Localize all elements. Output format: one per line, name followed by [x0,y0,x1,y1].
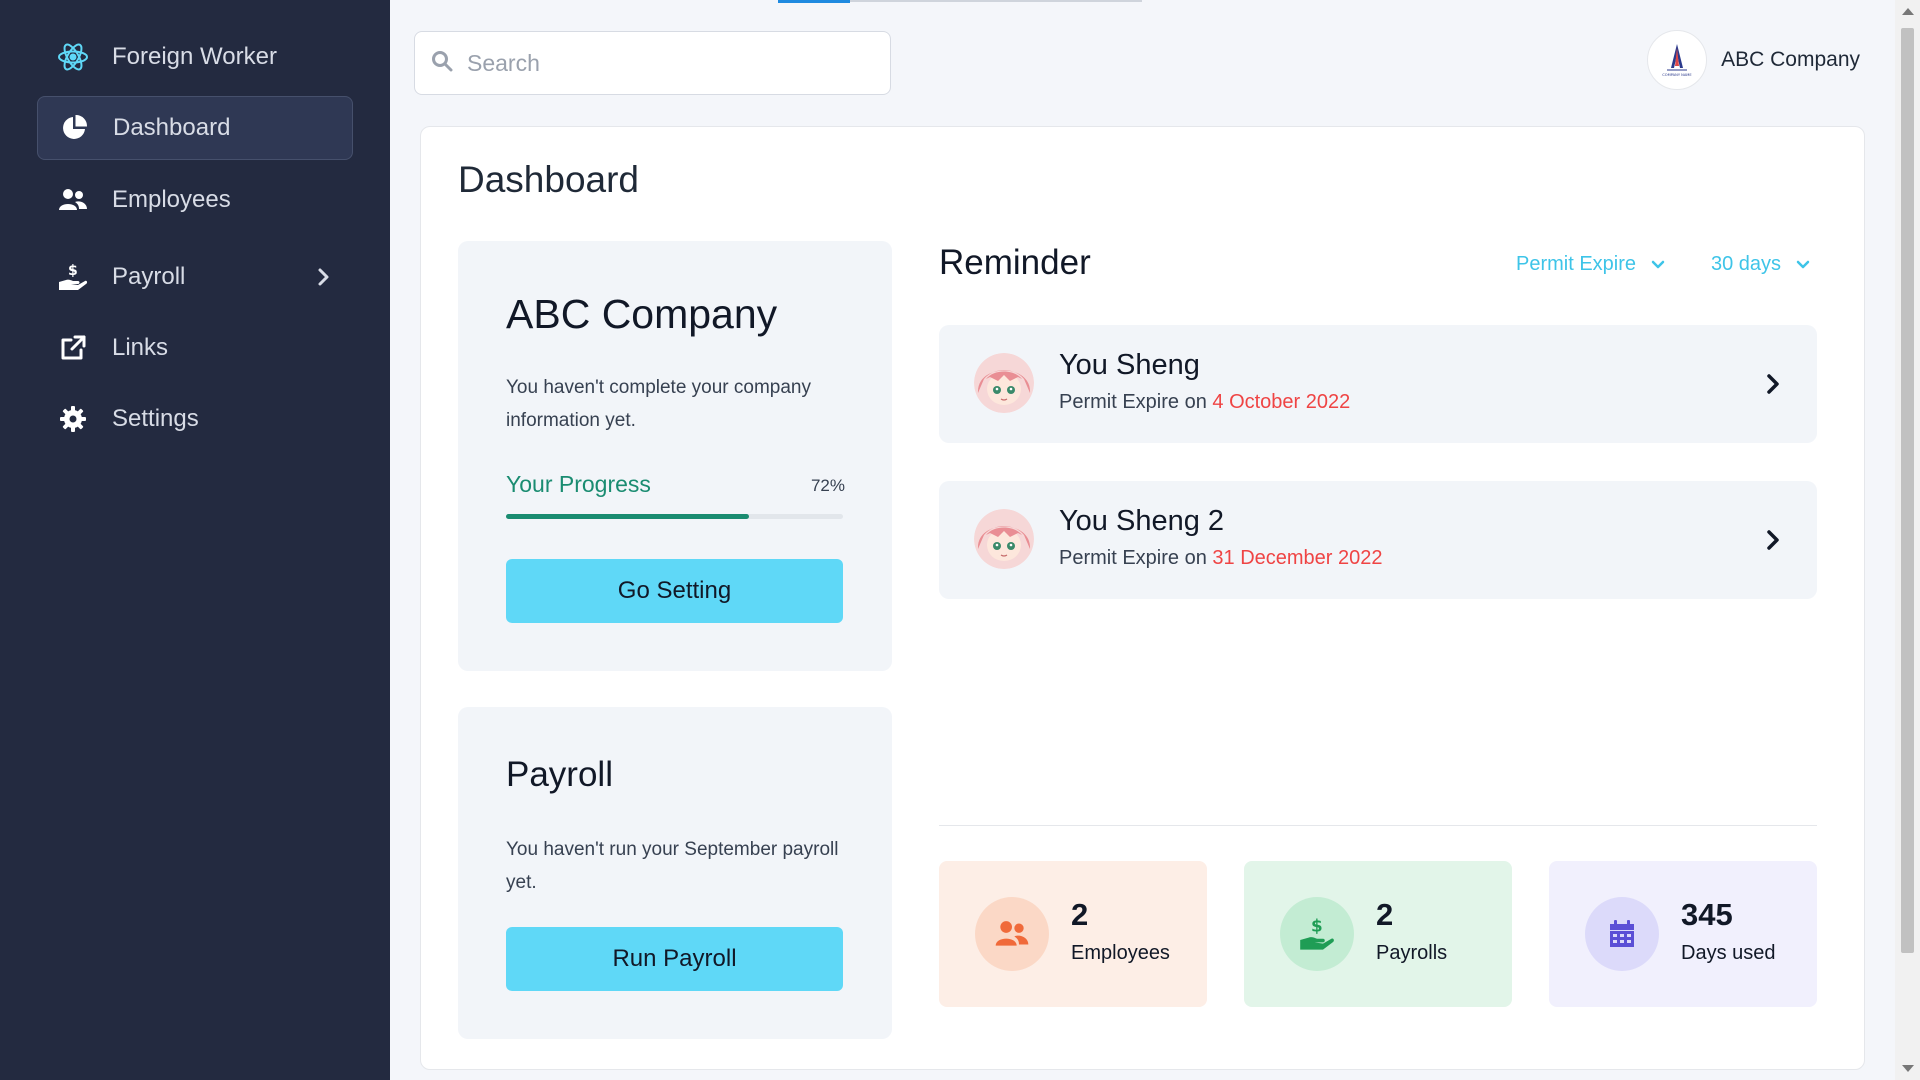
company-panel-message: You haven't complete your company inform… [506,377,812,431]
svg-text:$: $ [1311,916,1323,936]
dashboard-card: Dashboard ABC Company You haven't comple… [420,126,1865,1070]
reminder-date: 31 December 2022 [1212,547,1383,569]
hand-dollar-icon: $ [57,261,89,293]
sidebar-item-label: Payroll [112,263,186,290]
avatar [974,353,1034,413]
scrollbar-thumb[interactable] [1901,28,1914,953]
svg-text:$: $ [68,263,78,279]
sidebar-item-label: Links [112,334,169,361]
avatar [974,509,1034,569]
chevron-right-icon [1761,369,1785,399]
progress-bar [506,514,843,519]
stat-employees: 2 Employees [939,861,1207,1007]
sidebar-item-settings[interactable]: Settings [37,387,353,451]
sidebar-item-label: Settings [112,405,199,432]
reminder-prefix: Permit Expire on [1059,391,1213,413]
chevron-down-icon [1796,260,1810,268]
page-title: Dashboard [458,159,640,200]
chevron-right-icon [311,265,335,289]
sidebar-item-employees[interactable]: Employees [37,168,353,232]
company-switcher[interactable]: COMPANY NAME ABC Company [1647,30,1860,90]
tab-indicator [778,0,1142,3]
sidebar: Foreign Worker Dashboard Employees $ Pay… [0,0,390,1080]
reminder-date: 4 October 2022 [1212,391,1351,413]
payroll-panel-title: Payroll [506,755,613,794]
progress-label: Your Progress [506,471,651,497]
payroll-panel-message: You haven't run your September payroll y… [506,839,839,893]
days-filter-dropdown[interactable]: 30 days [1711,253,1811,276]
company-name: ABC Company [1721,48,1860,71]
reminder-name: You Sheng 2 [1059,505,1225,537]
reminder-item[interactable]: You Sheng Permit Expire on 4 October 202… [939,325,1817,443]
chevron-right-icon [1761,525,1785,555]
search-icon [431,50,453,77]
progress-percent: 72% [810,476,845,495]
reminder-title: Reminder [939,243,1091,282]
reminder-subtitle: Permit Expire on 4 October 2022 [1059,391,1350,414]
company-panel: ABC Company You haven't complete your co… [458,241,892,671]
go-setting-button[interactable]: Go Setting [506,559,843,623]
hand-dollar-icon: $ [1280,897,1354,971]
chevron-down-icon [1651,260,1665,268]
divider [939,825,1817,826]
reminder-item[interactable]: You Sheng 2 Permit Expire on 31 December… [939,481,1817,599]
stat-value: 2 [1376,897,1394,932]
payroll-panel: Payroll You haven't run your September p… [458,707,892,1039]
sidebar-item-links[interactable]: Links [37,316,353,380]
sidebar-brand[interactable]: Foreign Worker [37,25,353,89]
progress-fill [506,514,749,519]
reminder-subtitle: Permit Expire on 31 December 2022 [1059,547,1383,570]
permit-filter-dropdown[interactable]: Permit Expire [1516,253,1666,276]
users-icon [975,897,1049,971]
search-box[interactable] [414,31,891,95]
brand-label: Foreign Worker [112,43,277,70]
pie-chart-icon [58,112,90,144]
company-logo: COMPANY NAME [1647,30,1708,90]
page-scrollbar[interactable] [1895,0,1920,1080]
reminder-prefix: Permit Expire on [1059,547,1213,569]
external-link-icon [57,332,89,364]
stat-label: Days used [1681,942,1776,964]
gear-icon [57,403,89,435]
company-panel-title: ABC Company [506,291,778,337]
scroll-down-arrow-icon[interactable] [1902,1065,1914,1072]
days-filter-label: 30 days [1711,253,1782,275]
sidebar-item-payroll[interactable]: $ Payroll [37,245,353,309]
logo-caption: COMPANY NAME [1662,73,1692,77]
run-payroll-button[interactable]: Run Payroll [506,927,843,991]
stat-label: Employees [1071,942,1170,964]
reminder-name: You Sheng [1059,349,1200,381]
stat-payrolls: $ 2 Payrolls [1244,861,1512,1007]
calendar-icon [1585,897,1659,971]
stat-days-used: 345 Days used [1549,861,1817,1007]
stat-value: 345 [1681,897,1733,932]
stat-label: Payrolls [1376,942,1448,964]
users-icon [57,184,89,216]
permit-filter-label: Permit Expire [1516,253,1637,275]
sidebar-item-label: Employees [112,186,231,213]
sidebar-item-dashboard[interactable]: Dashboard [37,96,353,160]
search-input[interactable] [467,49,867,77]
atom-icon [57,41,89,73]
stat-value: 2 [1071,897,1089,932]
scroll-up-arrow-icon[interactable] [1902,8,1914,15]
sidebar-item-label: Dashboard [113,114,231,141]
